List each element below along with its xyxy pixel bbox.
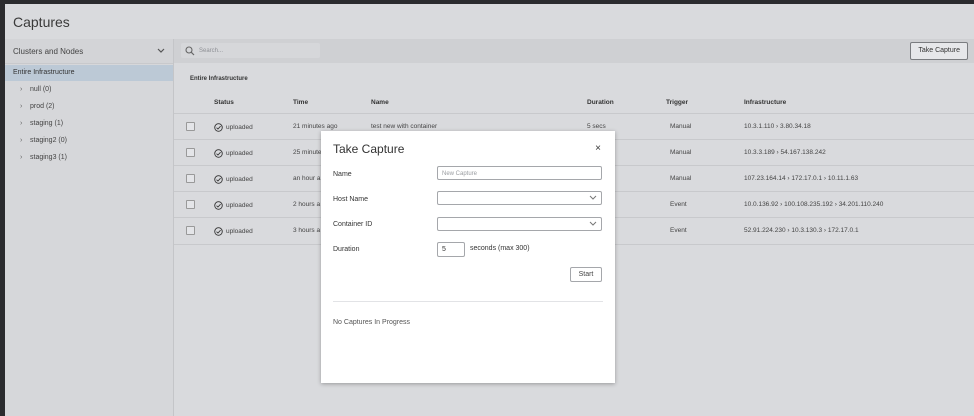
column-header-trigger[interactable]: Trigger: [666, 99, 688, 106]
row-checkbox[interactable]: [186, 200, 195, 209]
progress-status: No Captures In Progress: [333, 319, 411, 326]
status-text: uploaded: [226, 124, 253, 131]
name-field[interactable]: New Capture: [437, 166, 602, 180]
trigger-cell: Manual: [670, 175, 692, 182]
status-text: uploaded: [226, 150, 253, 157]
take-capture-dialog: Take Capture × Name New Capture Host Nam…: [321, 131, 615, 383]
top-bar: Captures: [5, 4, 974, 40]
sidebar-item-label: prod (2): [30, 103, 55, 110]
duration-label: Duration: [333, 246, 360, 253]
name-label: Name: [333, 171, 352, 178]
status-text: uploaded: [226, 176, 253, 183]
duration-suffix: seconds (max 300): [470, 245, 530, 252]
page-title: Captures: [13, 14, 70, 30]
sidebar-item-label: null (0): [30, 86, 52, 93]
name-cell: test new with container: [371, 123, 438, 130]
check-circle-icon: [214, 175, 223, 184]
status-cell: uploaded: [214, 175, 253, 184]
table-header: Status Time Name Duration Trigger Infras…: [174, 99, 974, 111]
infrastructure-cell: 107.23.164.14 › 172.17.0.1 › 10.11.1.63: [744, 175, 859, 182]
app-window: Captures Clusters and Nodes Entire Infra…: [5, 4, 974, 416]
chevron-down-icon: [157, 47, 165, 56]
trigger-cell: Manual: [670, 149, 692, 156]
check-circle-icon: [214, 123, 223, 132]
row-checkbox[interactable]: [186, 226, 195, 235]
column-header-time[interactable]: Time: [293, 99, 308, 106]
container-id-label: Container ID: [333, 221, 373, 228]
host-name-select[interactable]: [437, 191, 602, 205]
chevron-right-icon: ›: [20, 103, 23, 110]
sidebar: Clusters and Nodes Entire Infrastructure…: [5, 39, 174, 416]
infrastructure-cell: 10.0.136.92 › 100.108.235.192 › 34.201.1…: [744, 201, 884, 208]
take-capture-button[interactable]: Take Capture: [910, 42, 968, 60]
start-button[interactable]: Start: [570, 267, 602, 282]
check-circle-icon: [214, 149, 223, 158]
time-cell: 3 hours a: [293, 227, 321, 234]
column-header-status[interactable]: Status: [214, 99, 234, 106]
column-header-duration[interactable]: Duration: [587, 99, 614, 106]
chevron-down-icon: [589, 221, 597, 226]
status-cell: uploaded: [214, 149, 253, 158]
check-circle-icon: [214, 227, 223, 236]
row-checkbox[interactable]: [186, 174, 195, 183]
time-cell: 25 minute: [293, 149, 322, 156]
close-icon[interactable]: ×: [595, 143, 601, 154]
trigger-cell: Event: [670, 201, 687, 208]
sidebar-item-prod[interactable]: › prod (2): [5, 98, 173, 115]
status-cell: uploaded: [214, 123, 253, 132]
chevron-right-icon: ›: [20, 120, 23, 127]
divider: [333, 301, 603, 302]
toolbar: Search... Take Capture: [174, 39, 974, 63]
duration-field[interactable]: 5: [437, 242, 465, 257]
dialog-title: Take Capture: [333, 142, 405, 156]
sidebar-header-label: Clusters and Nodes: [13, 46, 84, 56]
trigger-cell: Manual: [670, 123, 692, 130]
status-text: uploaded: [226, 228, 253, 235]
status-cell: uploaded: [214, 201, 253, 210]
container-id-select[interactable]: [437, 217, 602, 231]
chevron-down-icon: [589, 195, 597, 200]
sidebar-item-label: staging2 (0): [30, 137, 67, 144]
sidebar-header[interactable]: Clusters and Nodes: [5, 39, 173, 64]
infrastructure-cell: 10.3.3.189 › 54.167.138.242: [744, 149, 826, 156]
sidebar-item-staging[interactable]: › staging (1): [5, 115, 173, 132]
sidebar-item-entire-infrastructure[interactable]: Entire Infrastructure: [5, 65, 173, 81]
sidebar-item-label: staging3 (1): [30, 154, 67, 161]
chevron-right-icon: ›: [20, 154, 23, 161]
infrastructure-cell: 52.91.224.230 › 10.3.130.3 › 172.17.0.1: [744, 227, 859, 234]
duration-cell: 5 secs: [587, 123, 606, 130]
breadcrumb: Entire Infrastructure: [190, 76, 248, 82]
row-checkbox[interactable]: [186, 122, 195, 131]
status-cell: uploaded: [214, 227, 253, 236]
sidebar-item-null[interactable]: › null (0): [5, 81, 173, 98]
infrastructure-cell: 10.3.1.110 › 3.80.34.18: [744, 123, 811, 130]
host-name-label: Host Name: [333, 196, 369, 203]
sidebar-item-staging2[interactable]: › staging2 (0): [5, 132, 173, 149]
check-circle-icon: [214, 201, 223, 210]
column-header-name[interactable]: Name: [371, 99, 389, 106]
search-icon: [185, 45, 195, 55]
chevron-right-icon: ›: [20, 137, 23, 144]
time-cell: 21 minutes ago: [293, 123, 338, 130]
sidebar-item-staging3[interactable]: › staging3 (1): [5, 149, 173, 166]
column-header-infrastructure[interactable]: Infrastructure: [744, 99, 786, 106]
search-placeholder: Search...: [199, 47, 224, 54]
trigger-cell: Event: [670, 227, 687, 234]
sidebar-item-label: staging (1): [30, 120, 64, 127]
time-cell: 2 hours a: [293, 201, 321, 208]
chevron-right-icon: ›: [20, 86, 23, 93]
row-checkbox[interactable]: [186, 148, 195, 157]
status-text: uploaded: [226, 202, 253, 209]
search-input[interactable]: Search...: [181, 43, 320, 58]
time-cell: an hour a: [293, 175, 321, 182]
